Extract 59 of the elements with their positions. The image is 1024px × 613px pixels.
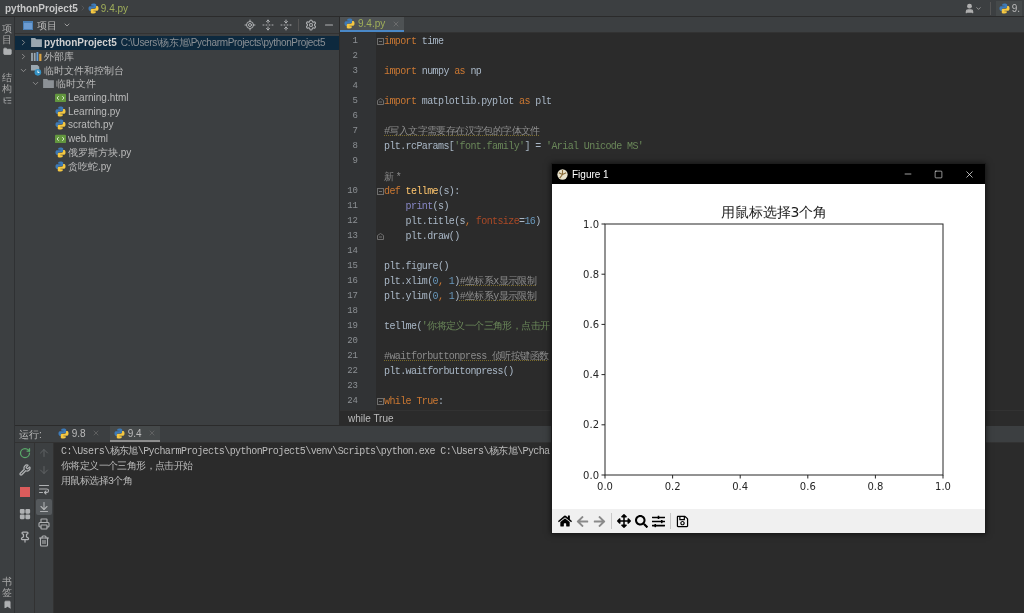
line-number: 14	[347, 244, 358, 258]
line-number: 8	[352, 139, 358, 153]
y-tick-label: 0.0	[583, 469, 599, 481]
x-tick-label: 0.2	[664, 481, 681, 492]
x-tick-label: 0.0	[597, 481, 613, 492]
code-line: plt.ylim(0, 1)#坐标系y显示限制	[384, 290, 537, 304]
line-number: 6	[352, 109, 358, 123]
line-number: 20	[347, 334, 358, 348]
x-tick-label: 0.4	[732, 481, 749, 492]
y-tick-label: 0.8	[583, 268, 599, 280]
console-line: 你将定义一个三角形，点击开始	[61, 459, 193, 474]
y-tick-label: 0.4	[583, 369, 599, 381]
code-line: import matplotlib.pyplot as plt	[384, 95, 552, 109]
code-line: plt.waitforbuttonpress()	[384, 365, 514, 379]
x-tick-label: 0.6	[799, 481, 816, 492]
line-number: 18	[347, 304, 358, 318]
code-line: plt.rcParams['font.family'] = 'Arial Unicode MS'	[384, 140, 644, 154]
line-number: 10	[347, 184, 358, 198]
chart-title: 用鼠标选择3个角	[720, 204, 828, 220]
project-path: C:\Users\杨东旭\PycharmProjects\pythonProject5	[120, 36, 326, 51]
line-number: 1	[352, 34, 358, 48]
run-label: 运行:	[19, 427, 42, 442]
line-number: 7	[352, 124, 358, 138]
x-tick-label: 0.8	[867, 481, 884, 492]
code-line: while True:	[384, 395, 444, 409]
line-number: 15	[347, 259, 358, 273]
code-line: #写入文字需要存在汉字包的字体文件	[384, 124, 540, 139]
line-number: 21	[347, 349, 358, 363]
console-line: 用鼠标选择3个角	[61, 474, 133, 489]
y-tick-label: 0.6	[583, 318, 599, 330]
code-line: import numpy as np	[384, 65, 482, 79]
line-number: 16	[347, 274, 358, 288]
code-line: plt.figure()	[384, 260, 449, 274]
line-number: 4	[352, 79, 358, 93]
line-number: 12	[347, 214, 358, 228]
code-line: tellme('你将定义一个三角形，点击开	[384, 319, 550, 334]
line-number: 2	[352, 49, 358, 63]
y-tick-label: 0.2	[583, 419, 599, 431]
window-title: Figure 1	[572, 167, 609, 182]
line-number: 24	[347, 394, 358, 408]
line-number: 9	[352, 154, 358, 168]
line-number: 11	[347, 199, 358, 213]
line-number: 22	[347, 364, 358, 378]
line-number: 17	[347, 289, 358, 303]
line-number: 3	[352, 64, 358, 78]
code-line: def tellme(s):	[384, 185, 460, 199]
y-tick-label: 1.0	[583, 218, 599, 230]
code-line: import time	[384, 35, 444, 49]
console-line: C:\Users\杨东旭\PycharmProjects\pythonProject5\venv\Scripts\python.exe C:\Users\杨东旭\Pycha	[61, 444, 550, 459]
code-line: plt.title(s, fontsize=16)	[404, 215, 541, 229]
code-line: plt.draw()	[404, 230, 460, 244]
code-line: plt.xlim(0, 1)#坐标系x显示限制	[384, 275, 537, 289]
line-number: 13	[347, 229, 358, 243]
x-tick-label: 1.0	[935, 481, 951, 492]
line-number: 19	[347, 319, 358, 333]
line-number: 5	[352, 94, 358, 108]
line-number: 23	[347, 379, 358, 393]
code-line: #waitforbuttonpress 侦听按键函数	[384, 350, 549, 364]
code-line: print(s)	[404, 200, 449, 214]
